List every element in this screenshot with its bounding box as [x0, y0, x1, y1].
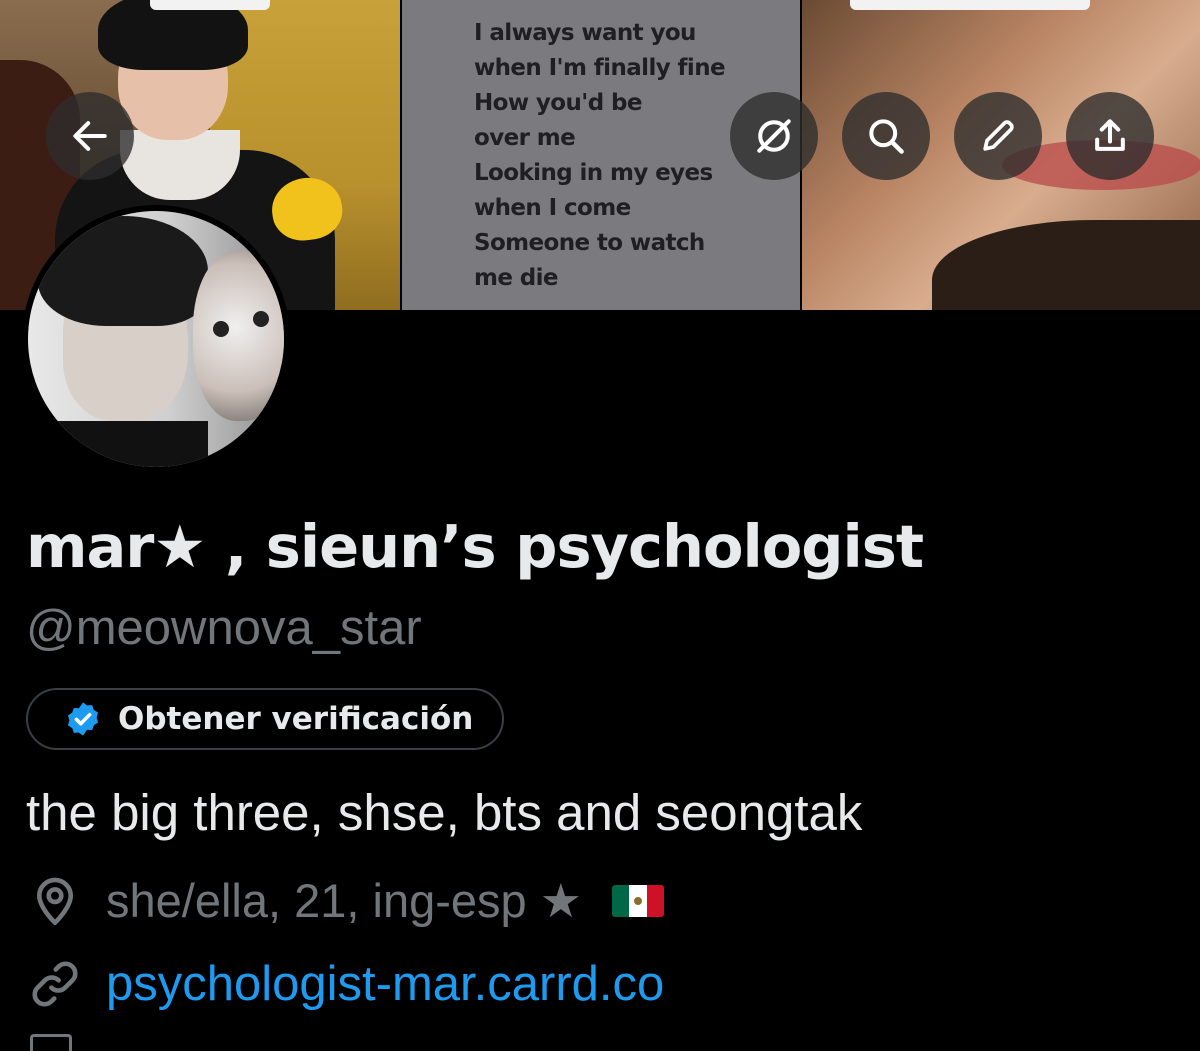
website-link[interactable]: psychologist-mar.carrd.co	[106, 956, 664, 1012]
verified-badge-icon	[67, 702, 99, 736]
lyric-line: Someone to watch	[474, 230, 705, 256]
share-icon	[1095, 119, 1125, 151]
mexico-flag-icon	[611, 885, 664, 917]
search-button[interactable]	[842, 92, 930, 180]
search-icon	[869, 119, 904, 154]
lyric-line: me die	[474, 265, 559, 291]
get-verified-button[interactable]: Obtener verificación	[26, 688, 504, 750]
status-bar-time	[150, 0, 270, 10]
location-row: she/ella, 21, ing-esp ★	[26, 872, 664, 930]
bio-text: the big three, shse, bts and seongtak	[26, 784, 863, 841]
avatar-image	[28, 211, 284, 467]
share-button[interactable]	[1066, 92, 1154, 180]
lyric-line: over me	[474, 125, 576, 151]
lyric-line: when I come	[474, 195, 631, 221]
arrow-left-icon	[73, 121, 107, 151]
lyric-line: How you'd be	[474, 90, 642, 116]
website-row: psychologist-mar.carrd.co	[26, 955, 664, 1013]
lyric-line: when I'm finally fine	[474, 55, 726, 81]
status-bar-indicators	[850, 0, 1090, 10]
user-handle: @meownova_star	[26, 601, 422, 655]
lyrics-text: I always want you when I'm finally fine …	[474, 16, 726, 296]
edit-button[interactable]	[954, 92, 1042, 180]
slashed-circle-icon	[757, 119, 791, 153]
location-text: she/ella, 21, ing-esp ★	[106, 874, 582, 927]
display-name: mar★ , sieun’s psychologist	[26, 512, 924, 581]
grok-button[interactable]	[730, 92, 818, 180]
verify-label: Obtener verificación	[118, 701, 474, 737]
pencil-icon	[983, 120, 1014, 151]
link-icon	[32, 961, 78, 1007]
location-pin-icon	[36, 877, 74, 926]
lyric-line: I always want you	[474, 20, 696, 46]
lyric-line: Looking in my eyes	[474, 160, 713, 186]
back-button[interactable]	[46, 92, 134, 180]
avatar[interactable]	[22, 205, 290, 473]
